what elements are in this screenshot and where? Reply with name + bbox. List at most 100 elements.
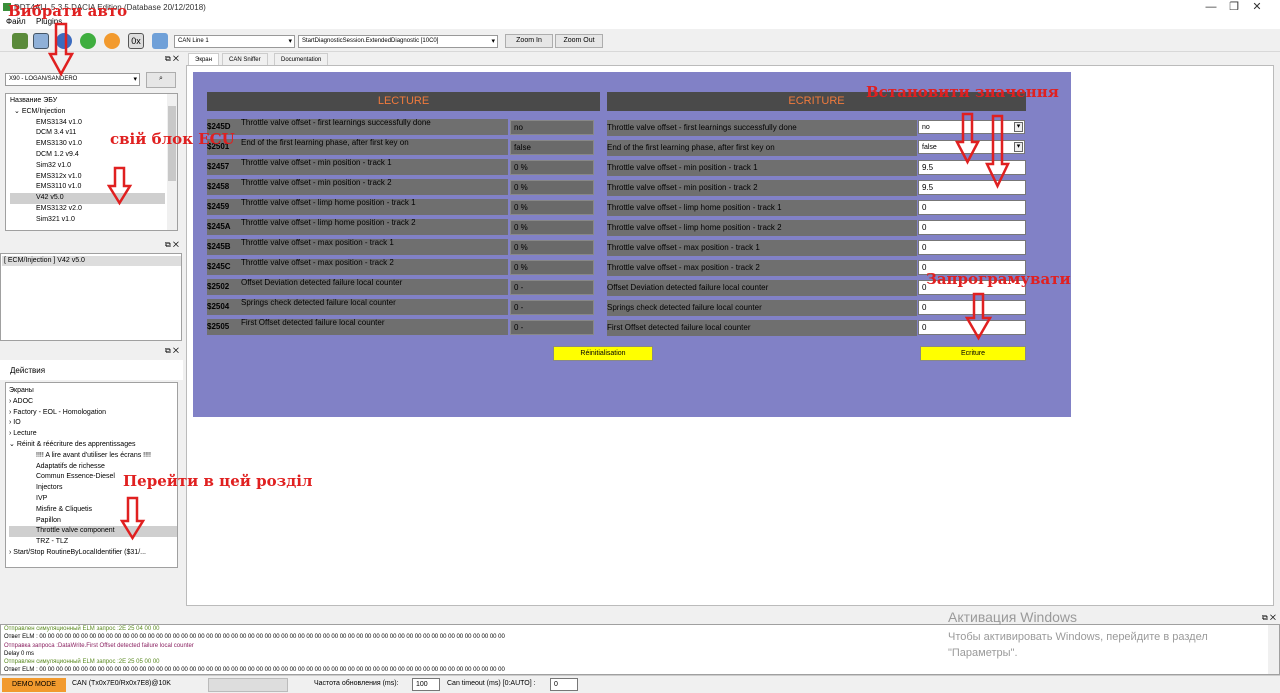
can-line-select[interactable]: CAN Line 1 ▾ (174, 35, 295, 48)
timeout-input[interactable]: 0 (550, 678, 578, 691)
ecu-item[interactable]: EMS312x v1.0 (10, 172, 177, 183)
param-label: Throttle valve offset - min position - t… (241, 178, 392, 187)
panel-header: ⧉ ✕ (0, 346, 183, 357)
lecture-row: $2504 Springs check detected failure loca… (207, 298, 508, 315)
connect-icon[interactable] (12, 33, 28, 49)
param-label: Throttle valve offset - limp home positi… (241, 198, 416, 207)
zoom-in-button[interactable]: Zoom In (505, 34, 553, 48)
ecu-item[interactable]: EMS3134 v1.0 (10, 118, 177, 129)
lecture-row: $2501 End of the first learning phase, af… (207, 138, 508, 155)
sniffer-icon[interactable] (152, 33, 168, 49)
progress-bar (208, 678, 288, 692)
lecture-value: 0 % (510, 220, 594, 235)
close-button[interactable]: ✕ (1234, 0, 1280, 15)
lecture-row: $245D Throttle valve offset - first learn… (207, 118, 508, 135)
scan-icon[interactable] (33, 33, 49, 49)
ecu-item[interactable]: Sim321 v1.0 (10, 215, 177, 221)
param-label: Throttle valve offset - max position - t… (241, 258, 394, 267)
demo-mode-badge: DEMO MODE (2, 678, 66, 692)
refresh-input[interactable]: 100 (412, 678, 440, 691)
lecture-row: $2505 First Offset detected failure local… (207, 318, 508, 335)
lecture-value: 0 - (510, 320, 594, 335)
search-button[interactable]: ⌕ (146, 72, 176, 88)
selected-ecu-panel: [ ECM/Injection ] V42 v5.0 (0, 253, 182, 341)
action-subitem[interactable]: IVP (9, 494, 177, 505)
ecu-item[interactable]: Sim32 v1.0 (10, 161, 177, 172)
param-label: Offset Deviation detected failure local … (241, 278, 403, 287)
search-icon: ⌕ (159, 75, 163, 82)
chevron-down-icon: ▾ (1014, 142, 1023, 152)
close-icon[interactable]: ⧉ ✕ (165, 240, 179, 250)
ecriture-input[interactable]: 0 (918, 240, 1026, 255)
ecriture-row-label: Throttle valve offset - max position - t… (607, 240, 917, 256)
refresh-icon[interactable] (80, 33, 96, 49)
lecture-value: 0 - (510, 300, 594, 315)
action-subitem[interactable]: Papillon (9, 516, 177, 527)
ecriture-row-label: Springs check detected failure local cou… (607, 300, 917, 316)
panel-header: ⧉ ✕ (0, 54, 183, 65)
reinitialisation-button[interactable]: Réinitialisation (553, 346, 653, 361)
lecture-row: $245B Throttle valve offset - max positio… (207, 238, 508, 255)
param-label: Throttle valve offset - first learnings … (241, 118, 431, 127)
ecu-item[interactable]: EMS3110 v1.0 (10, 182, 177, 193)
lecture-row: $2457 Throttle valve offset - min positio… (207, 158, 508, 175)
annotation-choose-car: Вибрати авто (8, 2, 128, 20)
ecriture-row-label: End of the first learning phase, after f… (607, 140, 917, 156)
action-item[interactable]: › Start/Stop RoutineByLocalIdentifier ($… (9, 548, 177, 559)
lecture-row: $2502 Offset Deviation detected failure l… (207, 278, 508, 295)
tree-group[interactable]: ⌄ ECM/Injection (10, 107, 177, 118)
action-subitem-selected[interactable]: Throttle valve component (9, 526, 177, 538)
ecu-item[interactable]: DCM 1.2 v9.4 (10, 150, 177, 161)
ecu-tree: Название ЭБУ ⌄ ECM/Injection EMS3134 v1.… (5, 93, 178, 231)
timeout-label: Can timeout (ms) [0:AUTO] : (447, 680, 536, 687)
ecu-item-selected[interactable]: V42 v5.0 (10, 193, 165, 204)
ecriture-input[interactable]: 0 (918, 200, 1026, 215)
heart-icon[interactable] (104, 33, 120, 49)
action-item[interactable]: › Factory - EOL - Homologation (9, 408, 177, 419)
action-item[interactable]: › ADOC (9, 397, 177, 408)
action-subitem[interactable]: Misfire & Cliquetis (9, 505, 177, 516)
action-subitem[interactable]: Adaptatifs de richesse (9, 462, 177, 473)
ecriture-row-label: First Offset detected failure local coun… (607, 320, 917, 336)
action-item[interactable]: › IO (9, 418, 177, 429)
param-label: Throttle valve offset - min position - t… (241, 158, 392, 167)
watermark-title: Активация Windows (948, 609, 1078, 625)
param-code: $245A (207, 222, 231, 231)
chevron-down-icon: ⌄ (14, 107, 22, 115)
selected-ecu-item[interactable]: [ ECM/Injection ] V42 v5.0 (2, 256, 181, 266)
param-code: $245B (207, 242, 231, 251)
ecriture-button[interactable]: Ecriture (920, 346, 1026, 361)
param-label: End of the first learning phase, after f… (241, 138, 409, 147)
zoom-out-button[interactable]: Zoom Out (555, 34, 603, 48)
action-item[interactable]: › Lecture (9, 429, 177, 440)
close-icon[interactable]: ⧉ ✕ (1262, 613, 1276, 623)
chevron-down-icon: ▾ (133, 76, 137, 83)
lecture-row: $245C Throttle valve offset - max positio… (207, 258, 508, 275)
watermark-text: "Параметры". (948, 647, 1018, 659)
lecture-row: $2458 Throttle valve offset - min positio… (207, 178, 508, 195)
action-item[interactable]: ⌄ Réinit & réécriture des apprentissages (9, 440, 177, 451)
ecriture-row-label: Throttle valve offset - min position - t… (607, 180, 917, 196)
session-select[interactable]: StartDiagnosticSession.ExtendedDiagnosti… (298, 35, 498, 48)
watermark-text: Чтобы активировать Windows, перейдите в … (948, 631, 1208, 643)
annotation-set-values: Встановити значення (866, 83, 1059, 101)
close-icon[interactable]: ⧉ ✕ (165, 54, 179, 64)
annotation-your-ecu: свій блок ECU (110, 130, 235, 148)
close-icon[interactable]: ⧉ ✕ (165, 346, 179, 356)
chevron-down-icon: ▾ (288, 38, 292, 45)
param-label: First Offset detected failure local coun… (241, 318, 385, 327)
lecture-value: 0 - (510, 280, 594, 295)
param-label: Throttle valve offset - max position - t… (241, 238, 394, 247)
ecu-item[interactable]: EMS3132 v2.0 (10, 204, 177, 215)
hex-mode-button[interactable]: 0x (128, 33, 144, 49)
scrollbar[interactable] (167, 94, 177, 230)
ecriture-row-label: Throttle valve offset - max position - t… (607, 260, 917, 276)
can-status: CAN (Tx0x7E0/Rx0x7E8)@10K (72, 680, 171, 687)
lecture-row: $245A Throttle valve offset - limp home p… (207, 218, 508, 235)
annotation-go-section: Перейти в цей розділ (123, 472, 313, 490)
action-subitem[interactable]: !!!! A lire avant d'utiliser les écrans … (9, 451, 177, 462)
action-subitem[interactable]: TRZ - TLZ (9, 537, 177, 548)
log-line: Ответ ELM : 00 00 00 00 00 00 00 00 00 0… (4, 667, 505, 674)
ecriture-input[interactable]: 0 (918, 220, 1026, 235)
scrollbar[interactable] (1268, 625, 1279, 674)
